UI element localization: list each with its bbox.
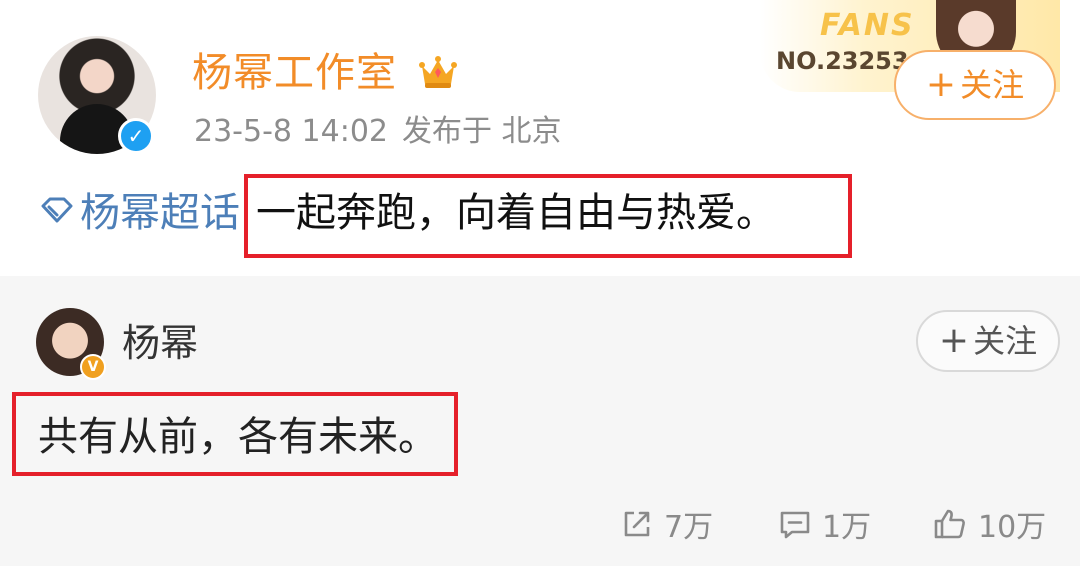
crown-icon <box>419 56 457 88</box>
fans-card-number: NO.23253 <box>776 47 909 75</box>
verified-icon: V <box>80 354 106 380</box>
follow-button-label: 关注 <box>960 66 1025 104</box>
topic-link[interactable]: 杨幂超话 <box>80 186 240 240</box>
repost-follow-button[interactable]: + 关注 <box>916 310 1060 372</box>
comment-icon <box>780 511 810 539</box>
plus-icon: + <box>938 320 970 361</box>
like-button[interactable]: 10万 <box>932 502 1046 546</box>
post-author-name[interactable]: 杨幂工作室 <box>192 48 397 98</box>
comment-button[interactable]: 1万 <box>778 502 871 546</box>
like-count: 10万 <box>978 510 1047 545</box>
like-icon <box>934 509 965 539</box>
share-button[interactable]: 7万 <box>620 502 713 546</box>
post-meta: 23-5-8 14:02 发布于 北京 <box>194 112 562 152</box>
topic-diamond-icon <box>41 197 73 223</box>
repost-author-name[interactable]: 杨幂 <box>122 318 198 368</box>
share-count: 7万 <box>664 510 714 545</box>
repost-text: 共有从前，各有未来。 <box>38 414 438 460</box>
plus-icon: + <box>925 64 957 105</box>
fans-card-title: FANS <box>820 8 915 43</box>
post-location: 发布于 北京 <box>402 114 562 149</box>
post-time: 23-5-8 14:02 <box>194 114 388 149</box>
repost-follow-label: 关注 <box>973 322 1038 360</box>
comment-count: 1万 <box>822 510 872 545</box>
verified-icon: ✓ <box>118 118 154 154</box>
follow-button[interactable]: + 关注 <box>894 50 1056 120</box>
share-icon <box>624 511 650 537</box>
post-text: 一起奔跑，向着自由与热爱。 <box>256 190 776 236</box>
